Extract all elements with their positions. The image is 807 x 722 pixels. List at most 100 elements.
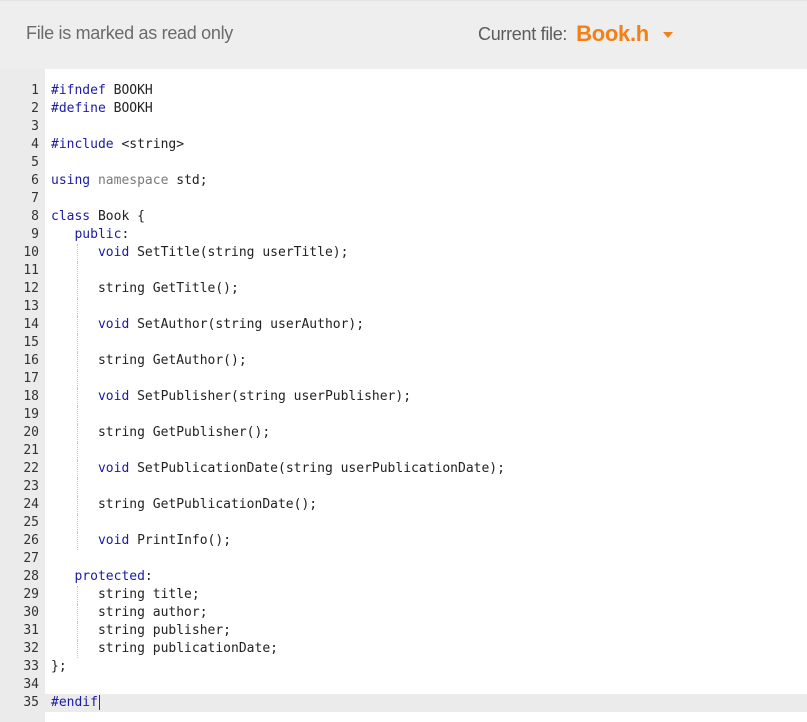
code-text: #define BOOKH [51,100,153,118]
code-text: void SetAuthor(string userAuthor); [51,316,364,334]
code-line[interactable]: 30 string author; [0,604,807,622]
code-text: #endif [51,694,100,712]
line-number: 9 [31,227,39,242]
line-number: 35 [23,695,39,710]
line-number: 12 [23,281,39,296]
code-text: void PrintInfo(); [51,532,231,550]
code-line[interactable]: 23 [0,478,807,496]
keyword-token: #define [51,101,106,116]
current-file-label: Current file: [478,23,568,44]
code-line[interactable]: 7 [0,190,807,208]
code-line[interactable]: 15 [0,334,807,352]
code-line[interactable]: 13 [0,298,807,316]
current-file-selector[interactable]: Current file: Book.h [478,21,673,47]
code-text: protected: [51,568,152,586]
current-file-name[interactable]: Book.h [576,21,649,47]
code-line[interactable]: 33}; [0,658,807,676]
indent-guide [77,262,78,280]
editor-header: File is marked as read only Current file… [0,0,807,69]
code-token: std; [168,173,208,188]
line-number: 11 [23,263,39,278]
keyword-token: void [51,317,130,332]
code-text: #ifndef BOOKH [51,82,153,100]
code-line[interactable]: 6 using namespace std; [0,172,807,190]
code-line[interactable]: 28 protected: [0,568,807,586]
code-line[interactable]: 2 #define BOOKH [0,100,807,118]
code-text: void SetPublicationDate(string userPubli… [51,460,505,478]
code-line[interactable]: 17 [0,370,807,388]
code-line[interactable]: 20 string GetPublisher(); [0,424,807,442]
line-number: 32 [23,641,39,656]
code-line[interactable]: 1 #ifndef BOOKH [0,82,807,100]
code-token: string GetPublisher(); [51,425,271,440]
code-line[interactable]: 26 void PrintInfo(); [0,532,807,550]
code-token: SetAuthor(string userAuthor); [129,317,365,332]
indent-guide [77,406,78,424]
code-line[interactable]: 34 [0,676,807,694]
code-token: }; [51,659,67,674]
caret-down-icon[interactable] [662,32,673,38]
keyword-token: using [51,173,91,188]
code-line[interactable]: 4 #include <string> [0,136,807,154]
code-line[interactable]: 5 [0,154,807,172]
code-token: SetPublicationDate(string userPublicatio… [129,461,505,476]
line-number: 20 [23,425,39,440]
line-number: 30 [23,605,39,620]
code-line[interactable]: 3 [0,118,807,136]
code-line[interactable]: 16 string GetAuthor(); [0,352,807,370]
code-line[interactable]: 8 class Book { [0,208,807,226]
code-token: string GetTitle(); [51,281,239,296]
code-lines[interactable]: 1 #ifndef BOOKH 2 #define BOOKH 3 4 #include <… [0,82,807,712]
line-number: 29 [23,587,39,602]
code-line[interactable]: 29 string title; [0,586,807,604]
code-line[interactable]: 32 string publicationDate; [0,640,807,658]
code-line[interactable]: 10 void SetTitle(string userTitle); [0,244,807,262]
code-token: : [121,227,130,242]
code-text: string publisher; [51,622,231,640]
line-number: 22 [23,461,39,476]
code-line[interactable]: 24 string GetPublicationDate(); [0,496,807,514]
line-number: 23 [23,479,39,494]
code-line[interactable]: 35 #endif [0,694,807,712]
code-line[interactable]: 18 void SetPublisher(string userPublishe… [0,388,807,406]
code-line[interactable]: 11 [0,262,807,280]
line-number: 4 [31,137,39,152]
code-line[interactable]: 27 [0,550,807,568]
code-line[interactable]: 25 [0,514,807,532]
code-token: <string> [113,137,185,152]
keyword-token: class [51,209,91,224]
line-number: 25 [23,515,39,530]
line-number: 2 [31,101,39,116]
code-text: using namespace std; [51,172,208,190]
code-line[interactable]: 14 void SetAuthor(string userAuthor); [0,316,807,334]
code-line[interactable]: 31 string publisher; [0,622,807,640]
line-number: 3 [31,119,39,134]
code-token: Book { [90,209,145,224]
code-text: string GetPublisher(); [51,424,270,442]
code-line[interactable]: 22 void SetPublicationDate(string userPu… [0,460,807,478]
code-line[interactable]: 12 string GetTitle(); [0,280,807,298]
code-text: void SetPublisher(string userPublisher); [51,388,411,406]
code-token: string GetPublicationDate(); [51,497,318,512]
line-number: 5 [31,155,39,170]
code-text: string author; [51,604,208,622]
line-number: 21 [23,443,39,458]
read-only-status: File is marked as read only [26,23,233,43]
code-token: BOOKH [105,101,153,116]
code-line[interactable]: 21 [0,442,807,460]
keyword-token: void [51,533,130,548]
code-line[interactable]: 19 [0,406,807,424]
keyword-token: void [51,245,130,260]
code-line[interactable]: 9 public: [0,226,807,244]
indent-guide [77,442,78,460]
keyword-token: #ifndef [51,83,106,98]
indent-guide [77,514,78,532]
line-number: 10 [23,245,39,260]
code-text: }; [51,658,67,676]
line-number: 15 [23,335,39,350]
line-number: 7 [31,191,39,206]
code-text: public: [51,226,129,244]
code-editor[interactable]: 1 #ifndef BOOKH 2 #define BOOKH 3 4 #include <… [0,69,807,722]
line-number: 16 [23,353,39,368]
keyword-token: #include [51,137,114,152]
